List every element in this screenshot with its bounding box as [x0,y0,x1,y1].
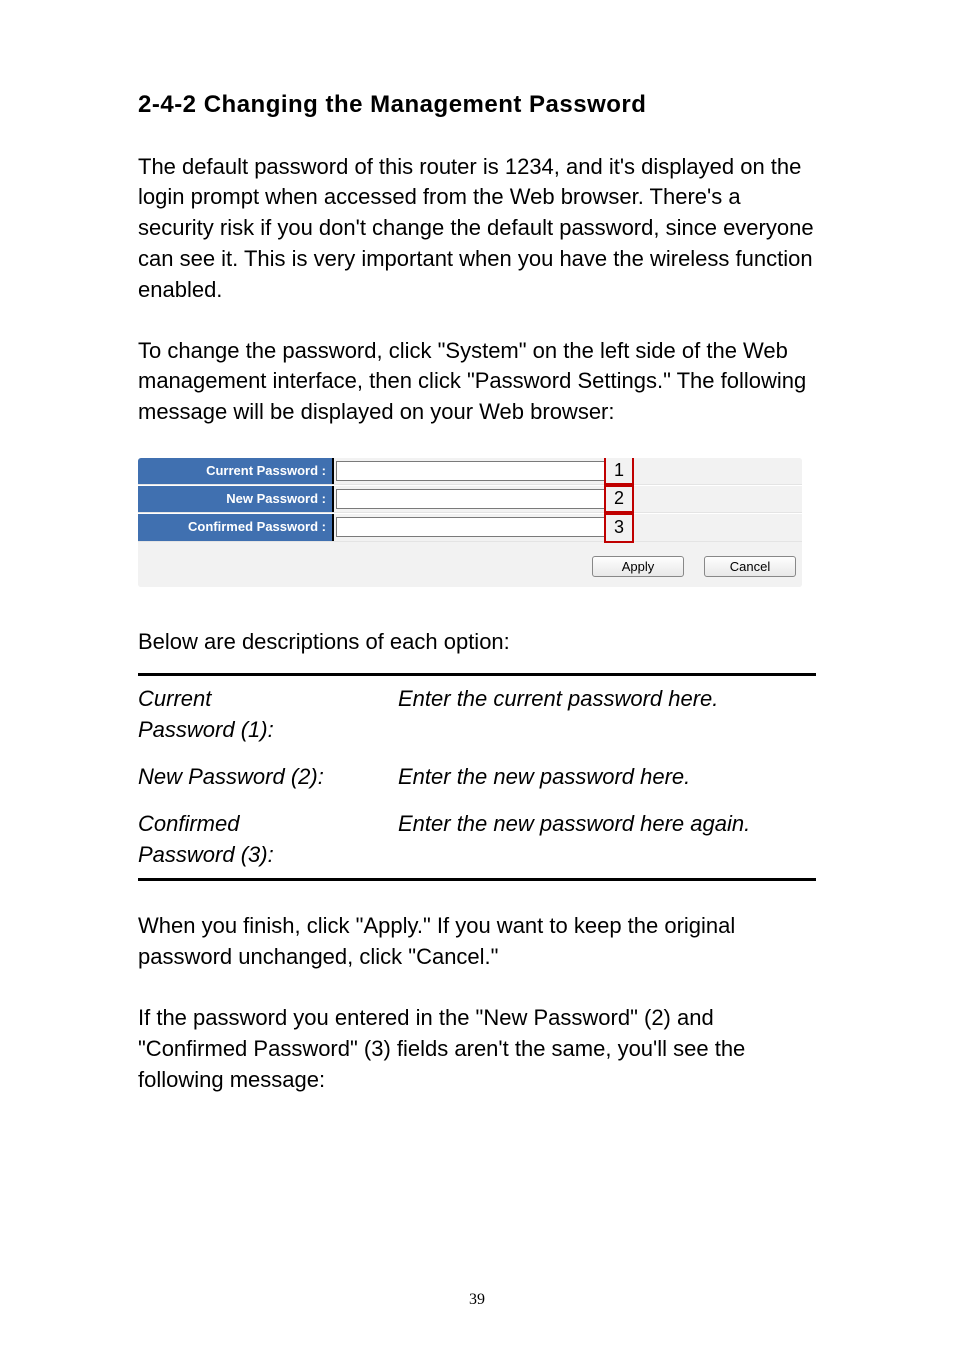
desc-value-2: Enter the new password here. [398,754,816,801]
table-row: Current Password (1): Enter the current … [138,676,816,754]
desc-value-1: Enter the current password here. [398,676,816,754]
label-confirmed-password: Confirmed Password : [138,514,334,540]
paragraph-outro-2: If the password you entered in the "New … [138,1003,816,1095]
paragraph-outro-1: When you finish, click "Apply." If you w… [138,911,816,973]
desc-label-3: Confirmed Password (3): [138,801,398,879]
desc-label-2: New Password (2): [138,754,398,801]
cancel-button[interactable]: Cancel [704,556,796,577]
paragraph-intro-1: The default password of this router is 1… [138,152,816,306]
descriptions-intro: Below are descriptions of each option: [138,627,816,658]
desc-label-1: Current Password (1): [138,676,398,754]
password-form-screenshot: Current Password : 1 New Password : 2 Co… [138,458,802,587]
table-bottom-rule [138,878,816,881]
paragraph-intro-2: To change the password, click "System" o… [138,336,816,428]
confirmed-password-input[interactable] [336,517,606,537]
apply-button[interactable]: Apply [592,556,684,577]
desc-value-3: Enter the new password here again. [398,801,816,879]
callout-2: 2 [604,483,634,515]
label-new-password: New Password : [138,486,334,512]
current-password-input[interactable] [336,461,606,481]
section-heading: 2-4-2 Changing the Management Password [138,88,816,122]
label-current-password: Current Password : [138,458,334,484]
callout-3: 3 [604,511,634,543]
table-row: Confirmed Password (3): Enter the new pa… [138,801,816,879]
page-number: 39 [0,1289,954,1311]
new-password-input[interactable] [336,489,606,509]
table-row: New Password (2): Enter the new password… [138,754,816,801]
descriptions-table: Current Password (1): Enter the current … [138,676,816,878]
